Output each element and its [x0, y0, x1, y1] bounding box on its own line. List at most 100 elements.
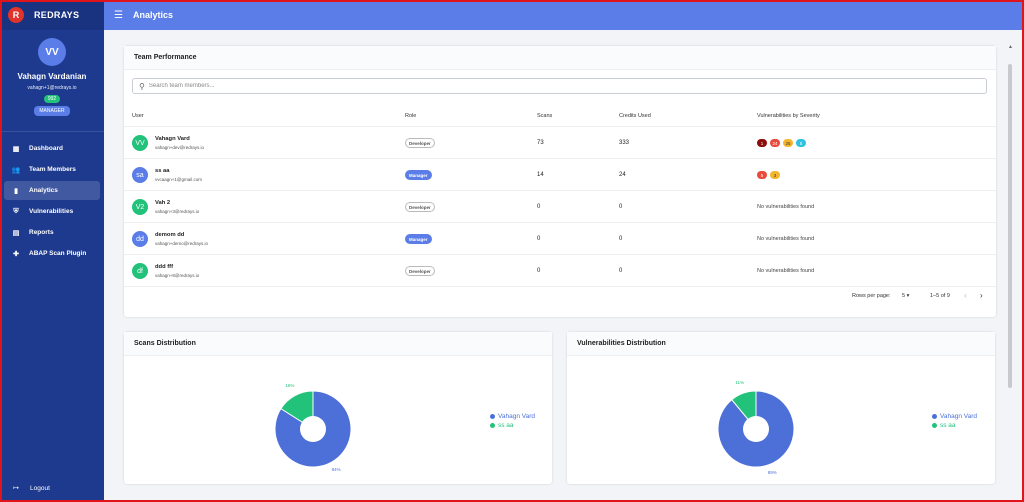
team-performance-card: Team Performance ⚲ User Role Scans Credi…: [124, 46, 996, 317]
user-email: vahagn+8@redrays.io: [155, 273, 200, 278]
scroll-up-icon[interactable]: ▲: [1008, 44, 1013, 50]
credits-badge: 992: [43, 95, 61, 103]
sidebar: R REDRAYS VV Vahagn Vardanian vahagn+1@r…: [0, 0, 104, 502]
donut-hole: [743, 416, 769, 442]
analytics-icon: ▮: [14, 187, 18, 195]
vulnerabilities-pie-chart: 89% 11%: [717, 380, 795, 475]
page-title: Analytics: [132, 10, 173, 20]
user-name: demom dd: [155, 232, 185, 238]
table-row[interactable]: V2 Vah 2 vahagn+3@redrays.io Developer 0…: [124, 191, 996, 223]
table-row[interactable]: sa ss aa vvcaagn+1@gmail.com Manager 14 …: [124, 159, 996, 191]
severity-cell: No vulnerabilities found: [757, 191, 814, 223]
prev-page-icon[interactable]: ‹: [964, 291, 967, 300]
rows-per-page-select[interactable]: 5 ▾: [902, 293, 909, 299]
role-badge: Manager: [405, 234, 432, 244]
user-name: Vah 2: [155, 200, 171, 206]
user-email: vahagn+3@redrays.io: [155, 209, 200, 214]
col-role: Role: [405, 113, 417, 119]
severity-badge: 3: [770, 171, 780, 179]
sidebar-item-reports[interactable]: ▤ Reports: [4, 223, 100, 242]
avatar: VV: [132, 135, 148, 151]
user-email: vahagn+dev@redrays.io: [155, 145, 204, 150]
sidebar-item-vulnerabilities[interactable]: ⛨ Vulnerabilities: [4, 202, 100, 221]
role-badge: Developer: [405, 266, 435, 276]
severity-badge: 25: [783, 139, 793, 147]
table-header: User Role Scans Credits Used Vulnerabili…: [124, 102, 996, 127]
profile-name: Vahagn Vardanian: [17, 72, 87, 81]
chart-legend: Vahagn Vard ss aa: [490, 412, 535, 430]
role-badge: Manager: [405, 170, 432, 180]
data-label: 89%: [768, 470, 777, 475]
col-credits: Credits Used: [619, 113, 651, 119]
donut-hole: [300, 416, 326, 442]
avatar: VV: [38, 38, 66, 66]
sidebar-item-label: Vulnerabilities: [29, 208, 74, 215]
legend-label: ss aa: [498, 422, 514, 429]
user-name: Vahagn Vard: [155, 136, 190, 142]
col-scans: Scans: [537, 113, 553, 119]
chart-legend: Vahagn Vard ss aa: [932, 412, 977, 430]
severity-cell: No vulnerabilities found: [757, 223, 814, 255]
sidebar-item-label: Dashboard: [29, 145, 63, 152]
sidebar-item-team-members[interactable]: 👥 Team Members: [4, 160, 100, 179]
chart-title: Vulnerabilities Distribution: [567, 332, 995, 356]
sidebar-item-abap-scan-plugin[interactable]: ✚ ABAP Scan Plugin: [4, 244, 100, 263]
sidebar-nav: ▦ Dashboard 👥 Team Members ▮ Analytics ⛨ Vulner…: [0, 132, 104, 263]
scrollbar[interactable]: ▲: [1006, 36, 1014, 500]
credits-value: 0: [619, 268, 623, 274]
severity-badge: 1: [757, 139, 767, 147]
page-range: 1–5 of 9: [930, 293, 950, 299]
brand: R REDRAYS: [0, 0, 104, 30]
severity-cell: No vulnerabilities found: [757, 255, 814, 287]
credits-value: 333: [619, 140, 630, 146]
sidebar-item-analytics[interactable]: ▮ Analytics: [4, 181, 100, 200]
sidebar-item-label: Reports: [29, 229, 54, 236]
table-pagination: Rows per page: 5 ▾ 1–5 of 9 ‹ ›: [124, 287, 996, 307]
legend-item[interactable]: ss aa: [490, 421, 535, 430]
shield-icon: ⛨: [13, 207, 19, 215]
search-box[interactable]: ⚲: [132, 78, 987, 94]
col-user: User: [132, 113, 144, 119]
brand-name: REDRAYS: [34, 10, 80, 20]
user-name: ddd fff: [155, 264, 174, 270]
legend-item[interactable]: Vahagn Vard: [932, 412, 977, 421]
legend-label: Vahagn Vard: [498, 413, 535, 420]
legend-label: Vahagn Vard: [940, 413, 977, 420]
scrollbar-thumb[interactable]: [1008, 64, 1012, 388]
logout-button[interactable]: ↦ Logout: [12, 484, 50, 493]
role-badge: Developer: [405, 138, 435, 148]
sidebar-item-label: Team Members: [29, 166, 76, 173]
search-input[interactable]: [148, 83, 949, 89]
chart-title: Scans Distribution: [124, 332, 552, 356]
legend-item[interactable]: ss aa: [932, 421, 977, 430]
severity-cell: 53: [757, 159, 783, 191]
avatar: df: [132, 263, 148, 279]
scans-value: 0: [537, 236, 541, 242]
sidebar-item-label: ABAP Scan Plugin: [29, 250, 87, 257]
logout-label: Logout: [30, 484, 50, 492]
severity-badge: 5: [757, 171, 767, 179]
table-row[interactable]: VV Vahagn Vard vahagn+dev@redrays.io Dev…: [124, 127, 996, 159]
legend-dot-icon: [490, 423, 495, 428]
logout-icon: ↦: [13, 485, 19, 492]
scans-value: 14: [537, 172, 544, 178]
role-badge: Developer: [405, 202, 435, 212]
scans-value: 0: [537, 204, 541, 210]
no-vulnerabilities-text: No vulnerabilities found: [757, 204, 815, 210]
chevron-down-icon: ▾: [906, 293, 910, 299]
next-page-icon[interactable]: ›: [980, 291, 983, 300]
plugin-icon: ✚: [13, 250, 19, 258]
scans-value: 0: [537, 268, 541, 274]
data-label: 84%: [332, 467, 341, 472]
legend-item[interactable]: Vahagn Vard: [490, 412, 535, 421]
avatar: sa: [132, 167, 148, 183]
table-row[interactable]: dd demom dd vahagn+demo@redrays.io Manag…: [124, 223, 996, 255]
user-email: vvcaagn+1@gmail.com: [155, 177, 202, 182]
menu-icon[interactable]: ☰: [114, 10, 123, 21]
scans-distribution-card: Scans Distribution 84% 16% Vahagn Vard ss …: [124, 332, 552, 484]
severity-badge: 5: [796, 139, 806, 147]
sidebar-item-dashboard[interactable]: ▦ Dashboard: [4, 139, 100, 158]
table-row[interactable]: df ddd fff vahagn+8@redrays.io Developer…: [124, 255, 996, 287]
brand-logo: R: [8, 7, 24, 23]
credits-value: 24: [619, 172, 626, 178]
